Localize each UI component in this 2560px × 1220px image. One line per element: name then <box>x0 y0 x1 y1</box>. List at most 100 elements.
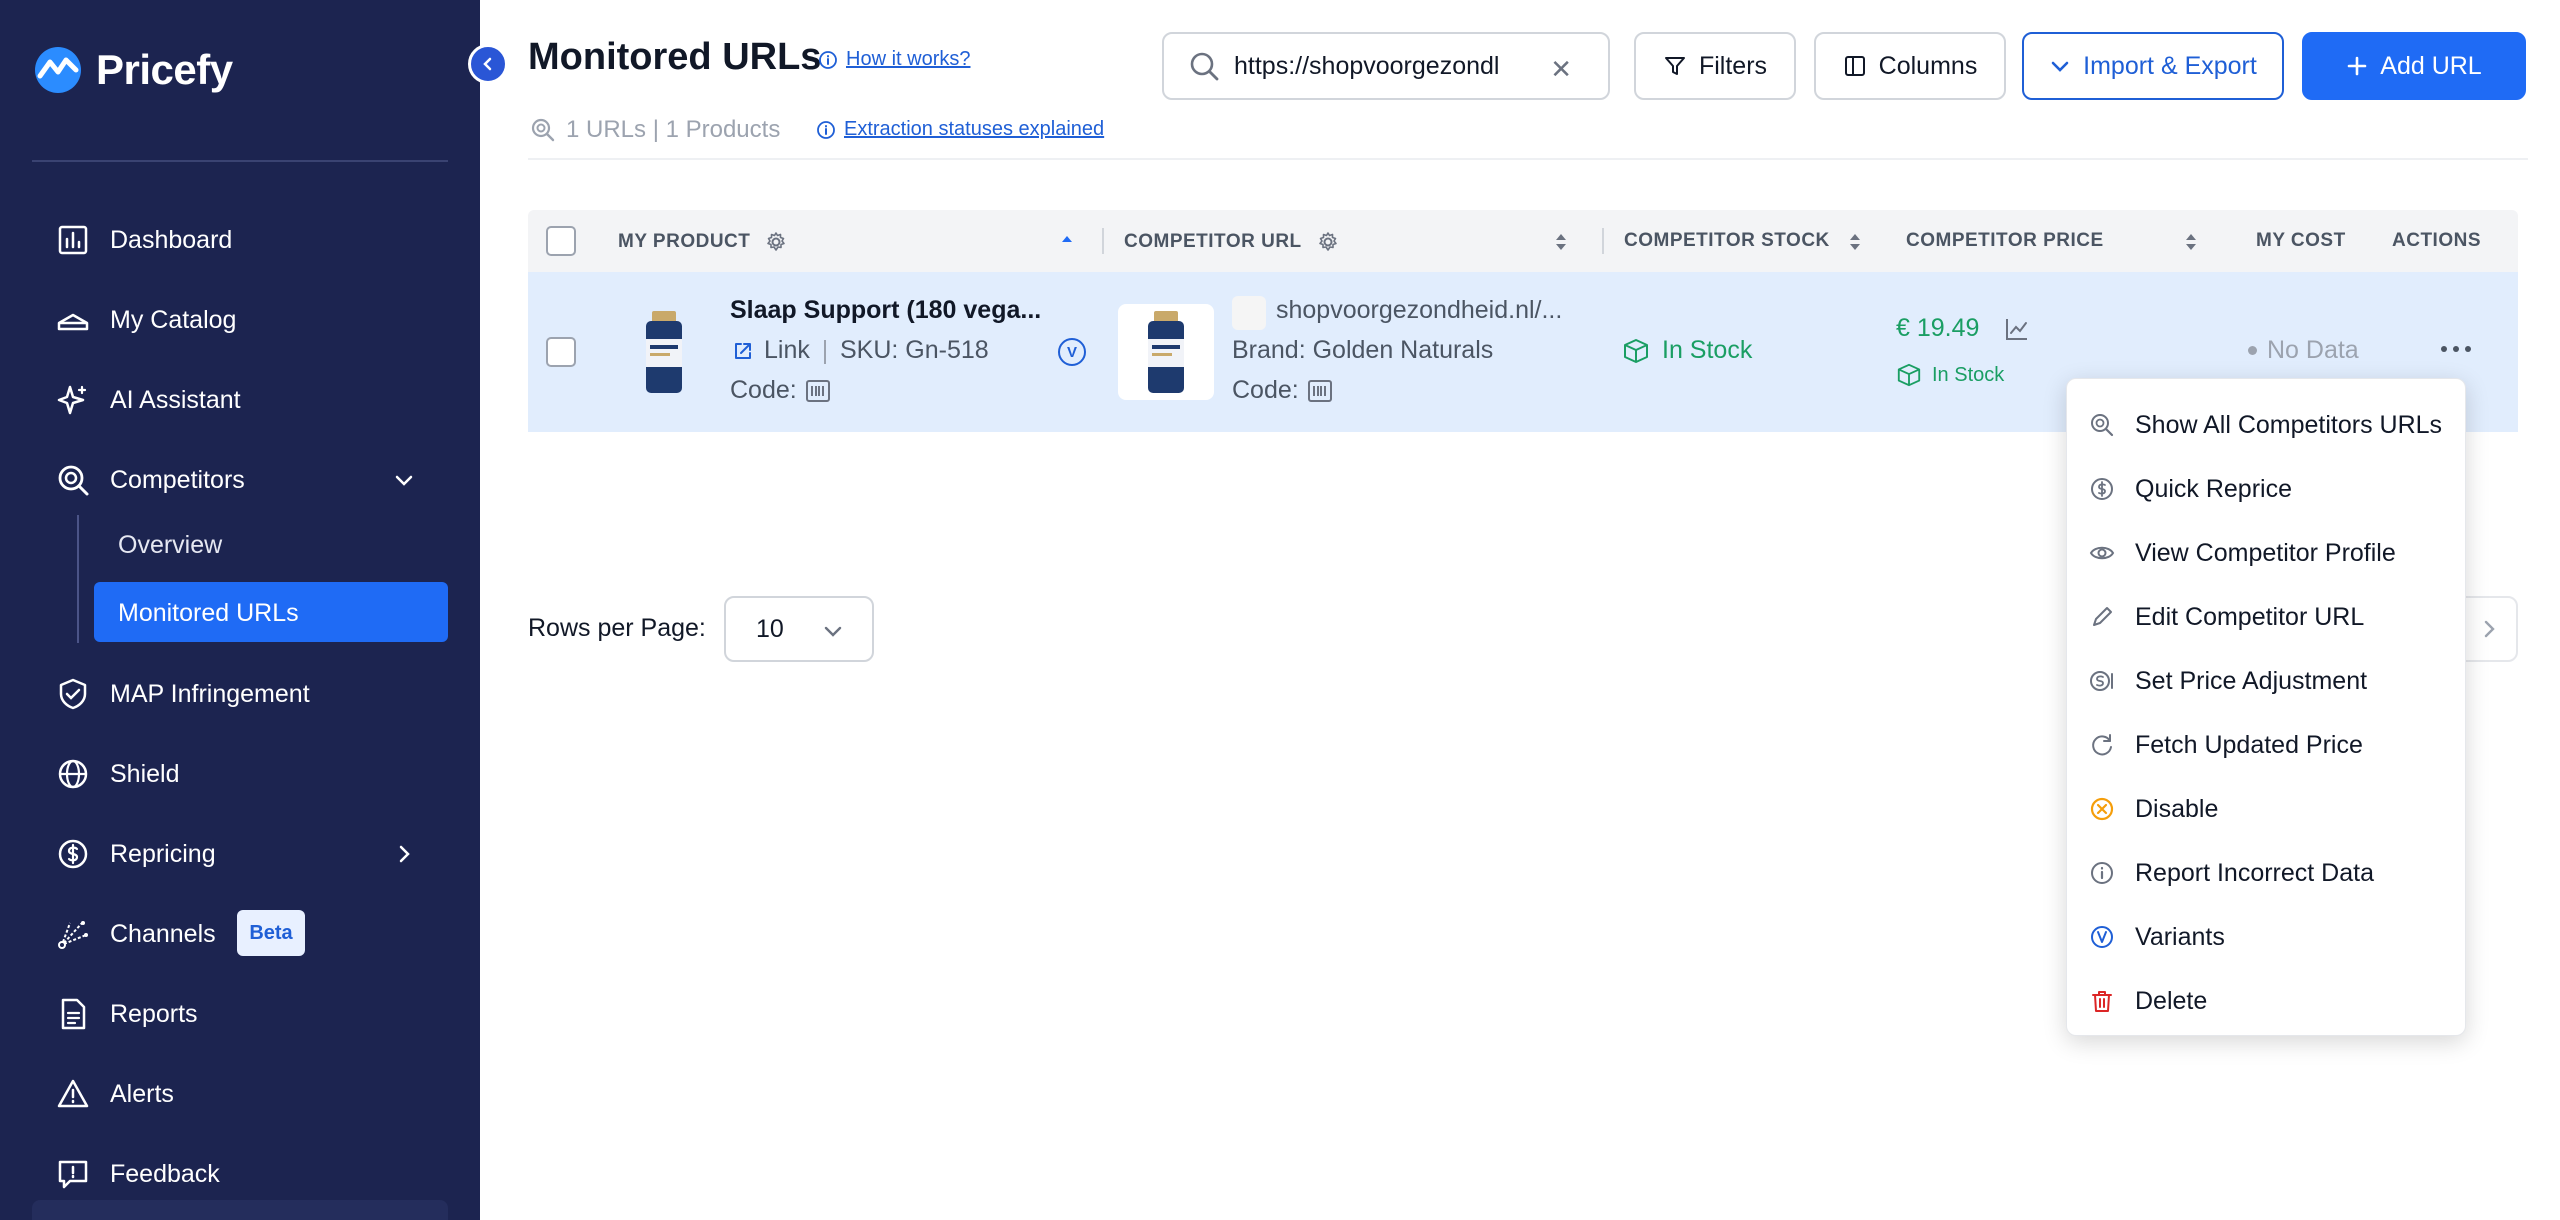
sidebar-item-shield[interactable]: Shield <box>56 752 180 796</box>
product-image <box>616 304 712 400</box>
menu-item-fetch-updated-price[interactable]: Fetch Updated Price <box>2067 713 2465 777</box>
channels-icon <box>58 921 88 949</box>
add-url-button[interactable]: Add URL <box>2302 32 2526 100</box>
barcode-icon[interactable] <box>806 380 830 402</box>
filters-label: Filters <box>1698 51 1768 80</box>
my-cost: No Data <box>2248 336 2359 365</box>
disable-circle-x-icon <box>2090 797 2114 821</box>
sidebar-item-alerts[interactable]: Alerts <box>56 1072 174 1116</box>
stats-text: 1 URLs | 1 Products <box>566 116 781 143</box>
row-checkbox[interactable] <box>546 337 576 367</box>
product-sku: SKU: Gn-518 <box>840 336 989 364</box>
chevron-right-icon[interactable] <box>393 843 415 865</box>
rows-per-page-select[interactable]: 10 <box>724 596 874 662</box>
filter-icon <box>1664 57 1685 75</box>
more-actions-icon[interactable] <box>2438 342 2474 356</box>
column-header-competitor-stock[interactable]: COMPETITOR STOCK <box>1624 230 1830 252</box>
plus-icon <box>2347 56 2367 76</box>
sort-icon[interactable] <box>1554 230 1568 254</box>
chevron-down-icon[interactable] <box>393 469 415 491</box>
competitors-search-icon <box>58 465 89 496</box>
menu-item-report-incorrect-data[interactable]: Report Incorrect Data <box>2067 841 2465 905</box>
search-list-icon <box>2091 414 2114 437</box>
pencil-icon <box>2093 607 2112 626</box>
menu-item-view-competitor-profile[interactable]: View Competitor Profile <box>2067 521 2465 585</box>
sidebar-item-ai-assistant[interactable]: AI Assistant <box>56 378 241 422</box>
collapse-sidebar-button[interactable] <box>468 44 508 84</box>
trash-icon <box>2092 991 2112 1012</box>
no-data-dot-icon <box>2248 346 2257 355</box>
sort-icon[interactable] <box>2184 230 2198 254</box>
columns-icon <box>1844 56 1865 76</box>
sidebar-item-label: Competitors <box>110 465 245 494</box>
settings-gear-icon[interactable] <box>1316 230 1340 254</box>
sidebar-item-dashboard[interactable]: Dashboard <box>56 218 232 262</box>
rows-per-page-value: 10 <box>756 614 784 643</box>
filters-button[interactable]: Filters <box>1634 32 1796 100</box>
sidebar-item-label: Channels <box>110 919 216 948</box>
sidebar-item-channels[interactable]: Channels <box>56 912 216 956</box>
logo[interactable]: Pricefy <box>32 44 233 96</box>
variant-circle-icon <box>2091 926 2113 948</box>
search-input[interactable] <box>1234 51 1534 81</box>
sidebar-item-repricing[interactable]: Repricing <box>56 832 216 876</box>
clear-search-icon[interactable]: ✕ <box>1550 54 1572 85</box>
sidebar-item-label: Shield <box>110 759 180 788</box>
catalog-icon <box>57 313 89 331</box>
sort-icon[interactable] <box>1848 230 1862 254</box>
actions-dropdown-menu: Show All Competitors URLs Quick Reprice … <box>2066 378 2466 1036</box>
price-history-chart-icon[interactable] <box>2004 316 2030 342</box>
select-all-checkbox[interactable] <box>546 226 576 256</box>
columns-button[interactable]: Columns <box>1814 32 2006 100</box>
submenu-line <box>77 515 79 643</box>
import-export-label: Import & Export <box>2083 51 2257 80</box>
barcode-icon[interactable] <box>1308 380 1332 402</box>
chevron-left-icon <box>483 57 492 71</box>
menu-item-show-all-competitors-urls[interactable]: Show All Competitors URLs <box>2067 393 2465 457</box>
product-name[interactable]: Slaap Support (180 vega... <box>730 296 1041 325</box>
sidebar-item-my-catalog[interactable]: My Catalog <box>56 298 236 342</box>
menu-item-edit-competitor-url[interactable]: Edit Competitor URL <box>2067 585 2465 649</box>
pricefy-logo-icon <box>35 47 81 93</box>
sidebar-item-reports[interactable]: Reports <box>56 992 198 1036</box>
extraction-statuses-link[interactable]: Extraction statuses explained <box>816 118 1104 141</box>
competitor-domain[interactable]: shopvoorgezondheid.nl/... <box>1276 296 1562 325</box>
sort-asc-icon[interactable] <box>1060 230 1074 254</box>
info-icon <box>817 120 835 139</box>
price-adjust-icon <box>2090 671 2113 691</box>
add-url-label: Add URL <box>2380 51 2482 80</box>
variant-badge[interactable]: V <box>1058 338 1086 366</box>
sidebar-item-label: AI Assistant <box>110 385 241 414</box>
sidebar-subitem-overview[interactable]: Overview <box>118 531 222 560</box>
import-export-button[interactable]: Import & Export <box>2022 32 2284 100</box>
column-separator <box>1602 228 1604 254</box>
menu-item-quick-reprice[interactable]: Quick Reprice <box>2067 457 2465 521</box>
dashboard-icon <box>58 225 88 255</box>
column-header-my-cost[interactable]: MY COST <box>2256 230 2346 252</box>
menu-item-disable[interactable]: Disable <box>2067 777 2465 841</box>
sidebar-item-competitors[interactable]: Competitors <box>56 458 245 502</box>
sidebar-item-map-infringement[interactable]: MAP Infringement <box>56 672 310 716</box>
product-link[interactable]: Link <box>732 336 810 365</box>
sidebar-subitem-label: Monitored URLs <box>118 599 299 627</box>
rows-per-page-label: Rows per Page: <box>528 614 706 642</box>
menu-item-delete[interactable]: Delete <box>2067 969 2465 1033</box>
sidebar-item-feedback[interactable]: Feedback <box>56 1152 220 1196</box>
sparkle-icon <box>57 385 87 415</box>
settings-gear-icon[interactable] <box>764 230 788 254</box>
sidebar-item-label: My Catalog <box>110 305 237 334</box>
table-header: MY PRODUCT COMPETITOR URL COMPETITOR STO… <box>528 210 2518 272</box>
sidebar-item-label: Dashboard <box>110 225 233 254</box>
how-it-works-link[interactable]: How it works? <box>818 48 970 71</box>
beta-badge: Beta <box>237 910 305 956</box>
column-header-competitor-price[interactable]: COMPETITOR PRICE <box>1906 230 2104 252</box>
column-separator <box>1102 228 1104 254</box>
column-header-competitor-url[interactable]: COMPETITOR URL <box>1124 230 1340 254</box>
search-box: ✕ <box>1162 32 1610 100</box>
chevron-right-icon <box>2484 620 2495 638</box>
column-header-my-product[interactable]: MY PRODUCT <box>618 230 788 254</box>
menu-item-set-price-adjustment[interactable]: Set Price Adjustment <box>2067 649 2465 713</box>
extraction-statuses-label: Extraction statuses explained <box>844 118 1105 140</box>
menu-item-variants[interactable]: Variants <box>2067 905 2465 969</box>
repricing-icon <box>58 839 88 869</box>
